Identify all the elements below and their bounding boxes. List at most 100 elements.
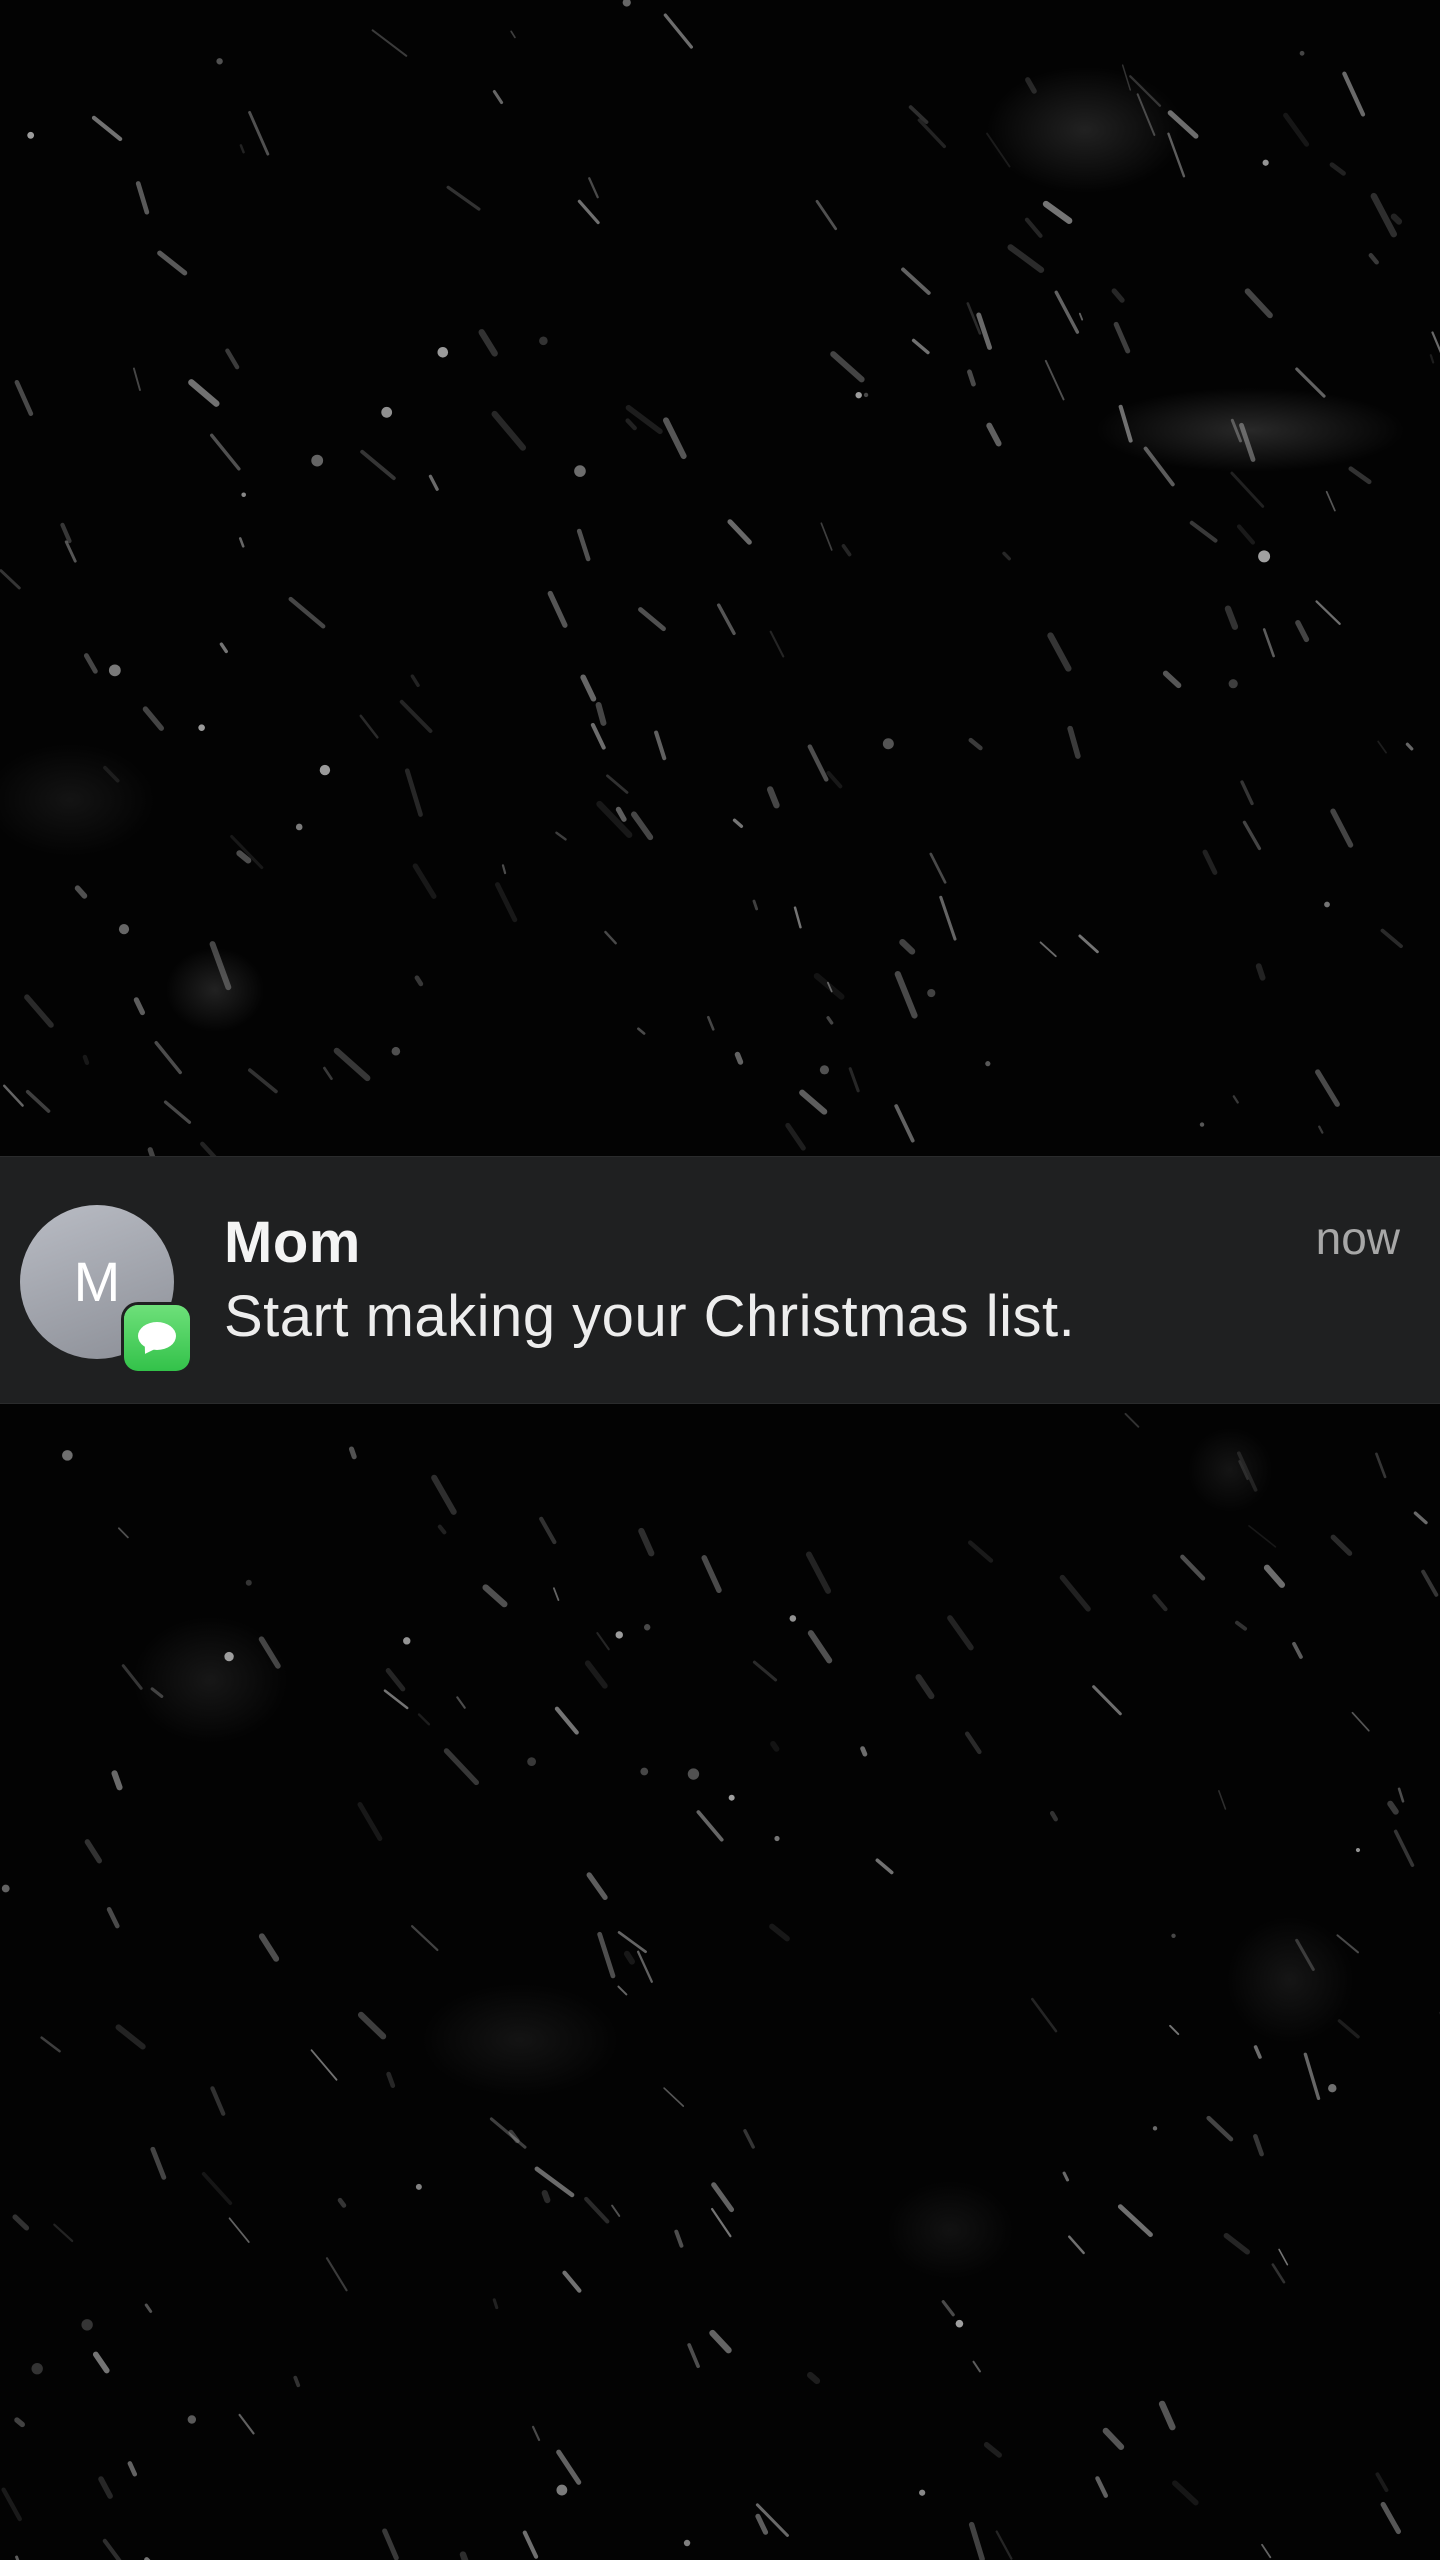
snowflake [1002, 551, 1011, 561]
snowflake [615, 1631, 623, 1639]
snowflake [1237, 1451, 1258, 1492]
snowflake [1230, 418, 1242, 443]
snowflake [1295, 1938, 1315, 1971]
snowflake [1206, 2115, 1234, 2142]
snowflake [556, 2449, 582, 2485]
snowflake [615, 806, 627, 822]
snowflake [323, 1066, 333, 1081]
snowflake [1124, 1412, 1140, 1428]
snowflake [53, 2223, 74, 2243]
snowflake [154, 1040, 182, 1075]
snowflake [1328, 2084, 1337, 2093]
snowflake [654, 730, 667, 761]
snowflake [163, 1100, 192, 1124]
snowflake [417, 1713, 431, 1726]
snowflake [554, 1706, 579, 1735]
snowflake [1262, 628, 1275, 658]
snowflake [584, 2196, 610, 2224]
snowflake [1224, 605, 1239, 630]
snowflake [1042, 200, 1073, 224]
snowflake [492, 90, 504, 105]
snowflake [1129, 75, 1162, 107]
snowflake [710, 2207, 732, 2238]
snowflake [1380, 2501, 1402, 2535]
snowflake [333, 1047, 371, 1082]
snowflake [707, 1015, 715, 1031]
snowflake [815, 199, 838, 231]
snowflake [1295, 620, 1310, 643]
snowflake [24, 994, 54, 1028]
snowflake [135, 181, 150, 215]
avatar-initial: M [73, 1250, 121, 1313]
snowflake [1202, 849, 1218, 875]
snowflake [121, 1664, 143, 1690]
snowflake [337, 2197, 347, 2208]
notification-banner[interactable]: M Mom Start making your Christmas list. … [0, 1156, 1440, 1404]
snowflake [1375, 1452, 1387, 1479]
snowflake [415, 2183, 422, 2190]
snowflake [1337, 2019, 1360, 2039]
snowflake [456, 1696, 466, 1709]
snowflake [541, 2189, 551, 2204]
snowflake [955, 2319, 964, 2328]
snowflake [391, 1046, 401, 1056]
snowflake [0, 569, 21, 590]
snowflake [732, 818, 744, 828]
snowflake [799, 1089, 828, 1115]
snowflake [1167, 110, 1199, 139]
snowflake [118, 924, 130, 935]
snowflake [1169, 2024, 1180, 2036]
snowflake [98, 2476, 113, 2499]
snowflake [539, 1516, 557, 1545]
snowflake [103, 765, 120, 783]
snowflake [489, 2117, 527, 2149]
snowflake [74, 885, 88, 899]
snowflake [1236, 524, 1256, 545]
snowflake [623, 1950, 635, 1965]
snowflake [1113, 321, 1131, 354]
snowflake [446, 185, 481, 211]
snowflake [606, 774, 629, 794]
snowflake [728, 1794, 735, 1801]
snowflake [310, 2049, 338, 2081]
snowflake [901, 267, 931, 295]
snowflake [258, 1933, 280, 1962]
snowflake [882, 738, 894, 750]
snowflake [848, 1067, 860, 1093]
snowflake [1117, 2204, 1153, 2238]
snowflake [734, 1051, 744, 1065]
snowflake [115, 2024, 146, 2050]
snowflake [1078, 312, 1084, 321]
snowflake [228, 2217, 250, 2243]
snowflake [64, 540, 77, 563]
snowflake [84, 1839, 102, 1864]
snowflake [1007, 244, 1045, 273]
snowflake [241, 492, 246, 498]
snowflake [348, 1446, 357, 1460]
snowflake [1262, 159, 1269, 166]
snowflake [319, 764, 331, 776]
snowflake [1405, 742, 1414, 751]
snowflake [201, 2171, 233, 2206]
snowflake [769, 1923, 790, 1942]
snowflake [662, 417, 687, 460]
snowflake [293, 2375, 301, 2388]
messages-icon [124, 1305, 190, 1371]
snowflake [709, 2329, 732, 2354]
snowflake [875, 1858, 894, 1875]
snowflake [636, 1950, 653, 1983]
snowflake [359, 714, 379, 739]
snowflake [102, 2538, 122, 2560]
snowflake [1330, 808, 1354, 848]
snowflake [31, 2362, 43, 2375]
snowflake [584, 1660, 608, 1689]
snowflake [972, 2360, 981, 2373]
snowflake [1171, 1933, 1176, 1939]
snowflake [577, 199, 600, 225]
chat-bubble-icon [138, 1322, 176, 1350]
snowflake [830, 351, 865, 383]
snowflake [1429, 354, 1435, 364]
snowflake [917, 118, 947, 149]
snowflake [238, 537, 245, 548]
snowflake [894, 1104, 915, 1143]
